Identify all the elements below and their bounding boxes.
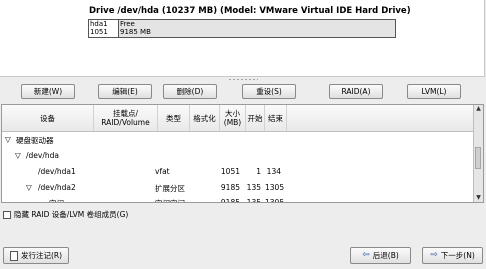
release-notes-button[interactable]: 发行注记(R) <box>3 247 69 264</box>
type-cell: 空闲空间 <box>155 198 185 202</box>
start-cell: 135 <box>246 183 261 192</box>
size-cell: 9185 <box>220 183 240 192</box>
disk-partition-bar: hda1 1051 MB Free 9185 MB <box>88 19 396 38</box>
segment-size: 1051 MB <box>90 28 108 37</box>
reset-button[interactable]: 重设(S) <box>242 84 296 99</box>
vertical-scrollbar[interactable]: ▲ ▼ <box>473 105 483 202</box>
partition-table: 设备 挂载点/ RAID/Volume 类型 格式化 大小 (MB) 开始 结束… <box>1 104 484 203</box>
column-header-format[interactable]: 格式化 <box>190 105 220 131</box>
type-cell: vfat <box>155 167 170 176</box>
column-header-type[interactable]: 类型 <box>158 105 190 131</box>
table-row[interactable]: ▽ /dev/hda <box>2 148 476 164</box>
edit-button[interactable]: 编辑(E) <box>98 84 152 99</box>
partition-segment-free[interactable]: Free 9185 MB <box>119 20 395 37</box>
scroll-up-icon[interactable]: ▲ <box>475 105 482 113</box>
table-row[interactable]: 空闲 空闲空间 9185 135 1305 <box>2 195 476 203</box>
arrow-left-icon: ⇦ <box>362 250 370 260</box>
pane-resize-handle[interactable] <box>228 78 258 81</box>
start-cell: 1 <box>256 167 261 176</box>
device-cell: /dev/hda <box>26 151 59 160</box>
expander-open-icon[interactable]: ▽ <box>15 151 21 160</box>
scrollbar-thumb[interactable] <box>475 147 481 169</box>
arrow-right-icon: ⇨ <box>430 250 438 260</box>
column-header-end[interactable]: 结束 <box>265 105 287 131</box>
segment-name: hda1 <box>90 20 108 28</box>
device-cell: 硬盘驱动器 <box>16 136 54 145</box>
delete-button[interactable]: 删除(D) <box>163 84 217 99</box>
size-cell: 1051 <box>220 167 240 176</box>
raid-button[interactable]: RAID(A) <box>329 84 383 99</box>
device-cell: /dev/hda1 <box>38 167 76 176</box>
type-cell: 扩展分区 <box>155 184 185 193</box>
table-row[interactable]: ▽ /dev/hda2 扩展分区 9185 135 1305 <box>2 180 476 196</box>
device-cell: /dev/hda2 <box>38 183 76 192</box>
new-button[interactable]: 新建(W) <box>21 84 75 99</box>
device-cell: 空闲 <box>49 198 64 202</box>
expander-open-icon[interactable]: ▽ <box>26 183 32 192</box>
column-header-size[interactable]: 大小 (MB) <box>220 105 246 131</box>
drive-title: Drive /dev/hda (10237 MB) (Model: VMware… <box>89 6 411 16</box>
end-cell: 1305 <box>265 198 285 203</box>
release-notes-label: 发行注记(R) <box>20 251 63 260</box>
hide-raid-label: 隐藏 RAID 设备/LVM 卷组成员(G) <box>14 210 129 219</box>
back-label: 后退(B) <box>372 251 399 260</box>
next-button[interactable]: ⇨ 下一步(N) <box>422 247 483 264</box>
table-row[interactable]: /dev/hda1 vfat 1051 1 134 <box>2 164 476 180</box>
scroll-down-icon[interactable]: ▼ <box>475 194 482 202</box>
column-header-start[interactable]: 开始 <box>246 105 265 131</box>
partition-segment-hda1[interactable]: hda1 1051 MB <box>89 20 119 37</box>
next-label: 下一步(N) <box>440 251 475 260</box>
notes-icon <box>9 250 18 261</box>
segment-name: Free <box>120 20 135 28</box>
start-cell: 135 <box>246 198 261 203</box>
size-cell: 9185 <box>220 198 240 203</box>
hide-raid-checkbox[interactable] <box>3 210 11 219</box>
lvm-button[interactable]: LVM(L) <box>407 84 461 99</box>
column-header-mount[interactable]: 挂载点/ RAID/Volume <box>94 105 158 131</box>
expander-open-icon[interactable]: ▽ <box>5 135 11 144</box>
end-cell: 1305 <box>265 183 285 192</box>
drive-panel: Drive /dev/hda (10237 MB) (Model: VMware… <box>0 0 485 77</box>
column-header-device[interactable]: 设备 <box>2 105 94 131</box>
segment-size: 9185 MB <box>120 28 151 36</box>
table-row[interactable]: ▽ 硬盘驱动器 <box>2 132 476 148</box>
end-cell: 134 <box>266 167 281 176</box>
table-header: 设备 挂载点/ RAID/Volume 类型 格式化 大小 (MB) 开始 结束 <box>2 105 476 132</box>
hide-raid-option[interactable]: 隐藏 RAID 设备/LVM 卷组成员(G) <box>3 209 128 220</box>
back-button[interactable]: ⇦ 后退(B) <box>350 247 411 264</box>
